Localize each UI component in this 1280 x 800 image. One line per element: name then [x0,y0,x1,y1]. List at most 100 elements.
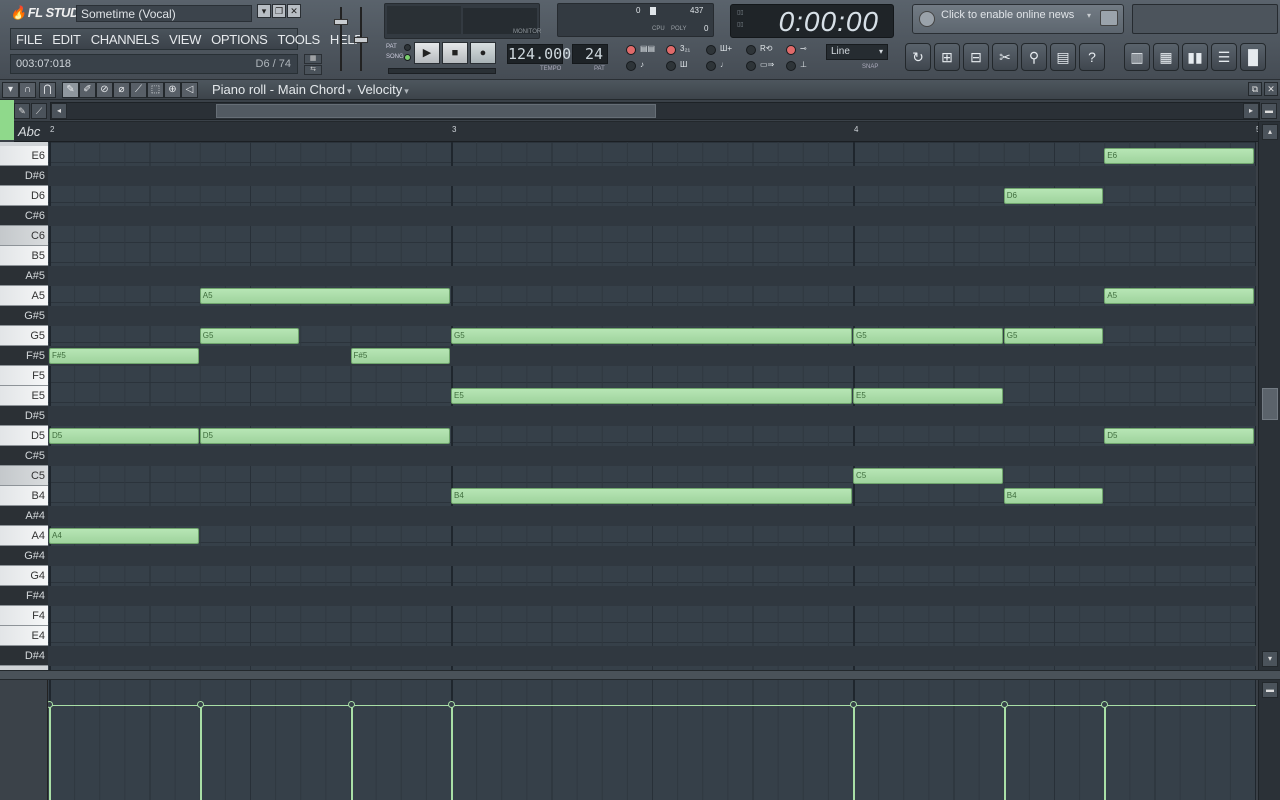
piano-key-e5[interactable]: E5 [0,386,48,406]
keyboard-typing-icon[interactable]: ▦ [304,54,322,64]
pencil-mini-icon[interactable]: ✎ [14,103,30,119]
master-volume-slider[interactable] [332,5,350,75]
piano-key-g4[interactable]: G4 [0,566,48,586]
velocity-handle[interactable] [850,701,857,708]
blend-notes-icon[interactable]: ♩ [720,60,728,69]
master-pitch-knob[interactable] [354,37,368,43]
multilink-icon[interactable]: ▭⇒ [760,60,774,69]
note-g5[interactable]: G5 [451,328,852,344]
velocity-handle[interactable] [1101,701,1109,708]
note-e5[interactable]: E5 [451,388,852,404]
piano-key-f5[interactable]: F5 [0,366,48,386]
song-position-slider[interactable] [388,68,496,74]
velocity-handle[interactable] [448,701,455,708]
project-info-button[interactable]: ▤ [1050,43,1076,71]
minimize-icon[interactable]: ▾ [257,4,271,18]
horizontal-scroll-thumb[interactable] [216,104,656,118]
news-dropdown-icon[interactable]: ▾ [1087,11,1091,20]
velocity-handle[interactable] [1000,701,1008,708]
snap-magnet-icon[interactable]: ⋂ [39,82,56,98]
delete-tool-icon[interactable]: ⊘ [96,82,113,98]
play-button[interactable]: ▶ [414,42,440,64]
step-sequencer-button[interactable]: ▦ [1153,43,1179,71]
pat-mode-led[interactable] [404,44,411,51]
scroll-right-icon[interactable]: ▸ [1243,103,1259,119]
piano-key-fsharp4[interactable]: F#4 [0,586,48,606]
piano-key-f4[interactable]: F4 [0,606,48,626]
vertical-scroll-thumb[interactable] [1262,388,1278,420]
draw-tool-icon[interactable]: ✎ [62,82,79,98]
note-a4[interactable]: A4 [49,528,199,544]
piano-key-a4[interactable]: A4 [0,526,48,546]
piano-keyboard[interactable]: E6 D#6 D6 C#6 C6 B5 A#5 A5 G#5 G5 F#5 F5 E5 D#5 D5 C#5 C… [0,142,48,670]
blend-notes-led[interactable] [706,61,716,71]
piano-key-c5[interactable]: C5 [0,466,48,486]
tempo-display[interactable]: 124.000 [507,44,571,64]
note-names-toggle[interactable]: Abc [18,124,40,139]
event-editor-splitter[interactable] [0,670,1280,680]
loop-record-icon[interactable]: ⊸ [800,44,807,53]
zoom-out-icon[interactable]: ▬ [1261,103,1277,119]
piano-key-asharp4[interactable]: A#4 [0,506,48,526]
piano-key-c6[interactable]: C6 [0,226,48,246]
typing-keyboard-led[interactable] [626,45,636,55]
stop-button[interactable]: ■ [442,42,468,64]
metronome-led[interactable] [626,61,636,71]
countdown-led[interactable] [666,45,676,55]
record-button[interactable]: ● [470,42,496,64]
restore-icon[interactable]: ❐ [272,4,286,18]
note-grid[interactable]: F#5 D5 A4 A5 G5 D5 F#5 G5 E5 B4 G5 E5 C5 D6 G5 B4 E6 A5 D5 [48,142,1256,670]
menu-edit[interactable]: EDIT [47,32,85,47]
midi-led[interactable] [786,61,796,71]
note-a5[interactable]: A5 [199,288,450,304]
save-new-button[interactable]: ⊞ [934,43,960,71]
scroll-mode-icon[interactable]: ⇆ [304,65,322,75]
master-pitch-slider[interactable] [352,5,370,75]
scroll-down-icon[interactable]: ▾ [1262,651,1278,667]
piano-key-b4[interactable]: B4 [0,486,48,506]
detach-icon[interactable]: ⧉ [1248,82,1262,96]
typing-keyboard-icon[interactable]: ▤▤ [640,44,655,53]
note-d5[interactable]: D5 [199,428,450,444]
step-edit-led[interactable] [706,45,716,55]
horizontal-scrollbar[interactable]: ◂ ▸ [50,102,1260,120]
event-zoom-icon[interactable]: ▬ [1262,682,1278,698]
piano-key-d6[interactable]: D6 [0,186,48,206]
pattern-display[interactable]: 24 [572,44,608,64]
menu-channels[interactable]: CHANNELS [86,32,164,47]
online-news-bar[interactable]: Click to enable online news ▾ [912,4,1124,34]
note-d5[interactable]: D5 [1104,428,1254,444]
playlist-button[interactable]: ▥ [1124,43,1150,71]
piano-key-e4[interactable]: E4 [0,626,48,646]
piano-roll-title-bar[interactable]: Piano roll - Main Chord ▾ Velocity ▾ [212,82,415,97]
note-b4[interactable]: B4 [1003,488,1104,504]
browser-search-button[interactable]: ⚲ [1021,43,1047,71]
piano-roll-button[interactable]: ▮▮ [1182,43,1208,71]
note-d6[interactable]: D6 [1003,188,1104,204]
slice-tool-icon[interactable]: ⟋ [130,82,147,98]
note-g5[interactable]: G5 [199,328,300,344]
velocity-bar[interactable] [1104,705,1107,800]
browser-button[interactable]: ☰ [1211,43,1237,71]
menu-options[interactable]: OPTIONS [206,32,272,47]
velocity-editor[interactable] [48,680,1256,800]
zoom-tool-icon[interactable]: ⊕ [164,82,181,98]
piano-key-d5[interactable]: D5 [0,426,48,446]
event-editor-scroll[interactable]: ▬ [1258,680,1280,800]
piano-key-g5[interactable]: G5 [0,326,48,346]
velocity-bar[interactable] [451,705,453,800]
undo-button[interactable]: ↻ [905,43,931,71]
wait-input-icon[interactable]: Ш [680,60,687,69]
note-c5[interactable]: C5 [853,468,1003,484]
close-piano-roll-icon[interactable]: ✕ [1264,82,1278,96]
note-g5[interactable]: G5 [1003,328,1104,344]
cut-button[interactable]: ✂ [992,43,1018,71]
song-mode-led[interactable] [404,54,411,61]
menu-view[interactable]: VIEW [164,32,206,47]
magnet-icon[interactable]: ∩ [19,82,36,98]
options-menu-icon[interactable]: ▾ [2,82,19,98]
piano-key-dsharp4[interactable]: D#4 [0,646,48,666]
note-a5[interactable]: A5 [1104,288,1254,304]
piano-key-csharp6[interactable]: C#6 [0,206,48,226]
piano-key-fsharp5[interactable]: F#5 [0,346,48,366]
